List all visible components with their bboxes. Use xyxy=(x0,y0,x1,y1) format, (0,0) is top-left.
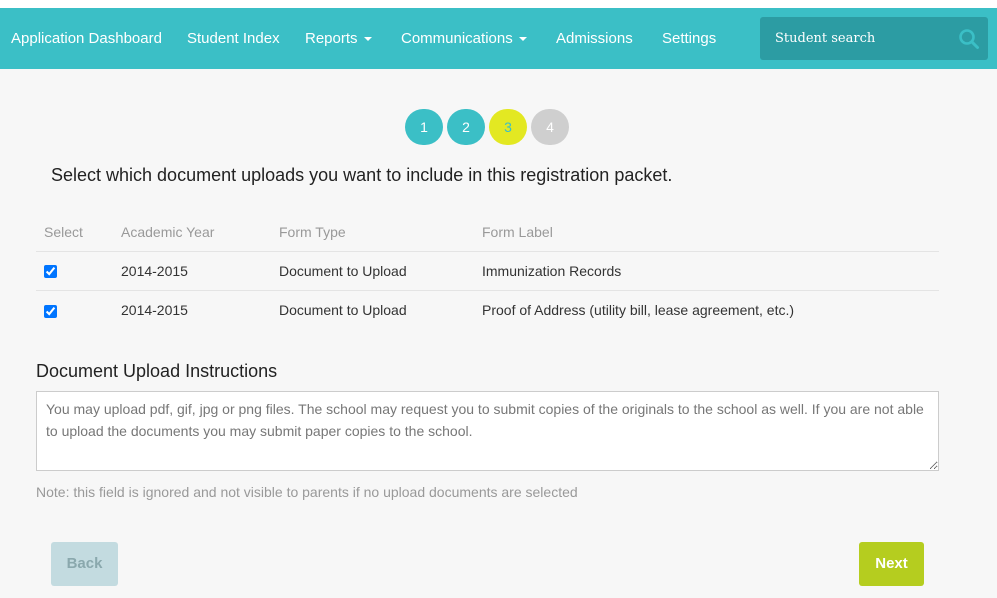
document-upload-table: Select Academic Year Form Type Form Labe… xyxy=(36,213,939,329)
page-prompt: Select which document uploads you want t… xyxy=(51,165,673,185)
next-button[interactable]: Next xyxy=(859,542,924,586)
select-cell xyxy=(36,290,113,329)
student-search-input[interactable] xyxy=(760,17,950,60)
form-type-cell: Document to Upload xyxy=(271,251,474,291)
step-1[interactable]: 1 xyxy=(405,109,443,145)
nav-reports[interactable]: Reports xyxy=(305,30,372,47)
instructions-textarea[interactable]: You may upload pdf, gif, jpg or png file… xyxy=(36,391,939,471)
column-header-select: Select xyxy=(36,213,113,252)
nav-student-index[interactable]: Student Index xyxy=(187,30,280,47)
select-cell xyxy=(36,251,113,291)
nav-communications[interactable]: Communications xyxy=(401,30,527,47)
top-strip xyxy=(0,0,997,8)
step-4[interactable]: 4 xyxy=(531,109,569,145)
nav-admissions[interactable]: Admissions xyxy=(556,30,633,47)
top-navbar: Application Dashboard Student Index Repo… xyxy=(0,8,997,69)
nav-settings[interactable]: Settings xyxy=(662,30,716,47)
nav-communications-label: Communications xyxy=(401,30,513,47)
nav-application-dashboard[interactable]: Application Dashboard xyxy=(11,30,162,47)
chevron-down-icon xyxy=(518,37,527,42)
row-select-checkbox[interactable] xyxy=(44,265,57,279)
instructions-note: Note: this field is ignored and not visi… xyxy=(36,484,578,500)
nav-reports-label: Reports xyxy=(305,30,358,47)
chevron-down-icon xyxy=(363,37,372,42)
step-2[interactable]: 2 xyxy=(447,109,485,145)
form-type-cell: Document to Upload xyxy=(279,301,407,318)
back-button[interactable]: Back xyxy=(51,542,118,586)
instructions-title: Document Upload Instructions xyxy=(36,361,278,381)
academic-year-cell: 2014-2015 xyxy=(121,301,188,318)
academic-year-cell: 2014-2015 xyxy=(113,251,271,291)
table-row: 2014-2015 Document to Upload Immunizatio… xyxy=(36,251,939,291)
form-label-cell: Proof of Address (utility bill, lease ag… xyxy=(482,301,795,318)
table-header-row: Select Academic Year Form Type Form Labe… xyxy=(36,213,939,252)
table-row: 2014-2015 Document to Upload Proof of Ad… xyxy=(36,290,939,329)
search-icon[interactable] xyxy=(958,28,980,50)
form-label-cell: Immunization Records xyxy=(474,251,939,291)
column-header-form-label: Form Label xyxy=(474,213,939,252)
column-header-form-type: Form Type xyxy=(271,213,474,252)
row-select-checkbox[interactable] xyxy=(44,304,57,318)
column-header-academic-year: Academic Year xyxy=(113,213,271,252)
step-3-current[interactable]: 3 xyxy=(489,109,527,145)
student-search-box xyxy=(760,17,988,60)
